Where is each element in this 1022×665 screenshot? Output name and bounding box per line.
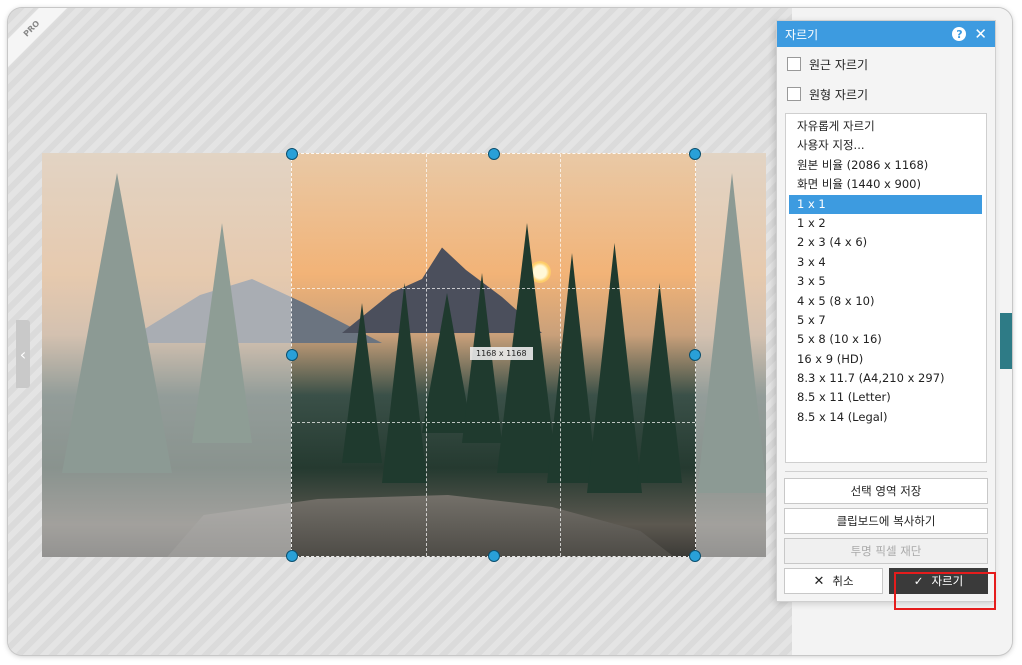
list-item[interactable]: 5 x 8 (10 x 16) [789,330,982,349]
option-label: 원형 자르기 [809,87,869,102]
ratio-list[interactable]: 자유롭게 자르기 사용자 지정... 원본 비율 (2086 x 1168) 화… [785,113,987,463]
chevron-left-icon[interactable]: ‹ [16,320,30,388]
checkbox[interactable] [787,57,801,71]
list-item[interactable]: 3 x 5 [789,272,982,291]
highlight-box [894,572,996,610]
crop-selection[interactable]: 1168 x 1168 [286,148,701,562]
copy-clipboard-button[interactable]: 클립보드에 복사하기 [784,508,988,534]
crop-handle-top[interactable] [487,148,500,160]
crop-handle-top-right[interactable] [689,148,701,160]
canvas-area[interactable]: PRO ‹ 1168 x 1168 [8,8,792,655]
option-label: 원근 자르기 [809,57,869,72]
trim-transparent-button[interactable]: 투명 픽셀 재단 [784,538,988,564]
crop-size-label: 1168 x 1168 [470,347,533,360]
list-item[interactable]: 3 x 4 [789,253,982,272]
list-item[interactable]: 4 x 5 (8 x 10) [789,292,982,311]
crop-handle-top-left[interactable] [286,148,298,160]
divider [785,471,987,472]
pro-badge-label: PRO [8,8,68,68]
panel-title: 자르기 [785,27,819,42]
list-item[interactable]: 자유롭게 자르기 [789,117,982,136]
list-item-selected[interactable]: 1 x 1 [789,194,982,214]
layer-thumbnail[interactable] [1000,313,1012,369]
close-icon: ✕ [813,573,825,589]
perspective-crop-option[interactable]: 원근 자르기 [777,49,995,79]
list-item[interactable]: 1 x 2 [789,214,982,233]
crop-handle-bottom-left[interactable] [286,550,298,562]
crop-handle-right[interactable] [689,349,701,361]
circle-crop-option[interactable]: 원형 자르기 [777,79,995,109]
crop-handle-bottom-right[interactable] [689,550,701,562]
list-item[interactable]: 8.5 x 11 (Letter) [789,388,982,407]
list-item[interactable]: 5 x 7 [789,311,982,330]
list-item[interactable]: 8.3 x 11.7 (A4,210 x 297) [789,369,982,388]
checkbox[interactable] [787,87,801,101]
crop-panel: 자르기 ? ✕ 원근 자르기 원형 자르기 자유롭게 자르기 사용자 지정...… [776,20,996,602]
panel-header: 자르기 ? ✕ [777,21,995,47]
list-item[interactable]: 사용자 지정... [789,136,982,155]
list-item[interactable]: 8.5 x 14 (Legal) [789,408,982,427]
close-icon[interactable]: ✕ [974,27,987,42]
list-item[interactable]: 화면 비율 (1440 x 900) [789,175,982,194]
cancel-button[interactable]: ✕ 취소 [784,568,883,594]
cancel-label: 취소 [832,574,854,588]
crop-handle-bottom[interactable] [487,550,500,562]
list-item[interactable]: 16 x 9 (HD) [789,350,982,369]
list-item[interactable]: 2 x 3 (4 x 6) [789,233,982,252]
crop-handle-left[interactable] [286,349,298,361]
save-selection-button[interactable]: 선택 영역 저장 [784,478,988,504]
pro-badge: PRO [8,8,68,68]
help-icon[interactable]: ? [952,27,967,41]
list-item[interactable]: 원본 비율 (2086 x 1168) [789,156,982,175]
